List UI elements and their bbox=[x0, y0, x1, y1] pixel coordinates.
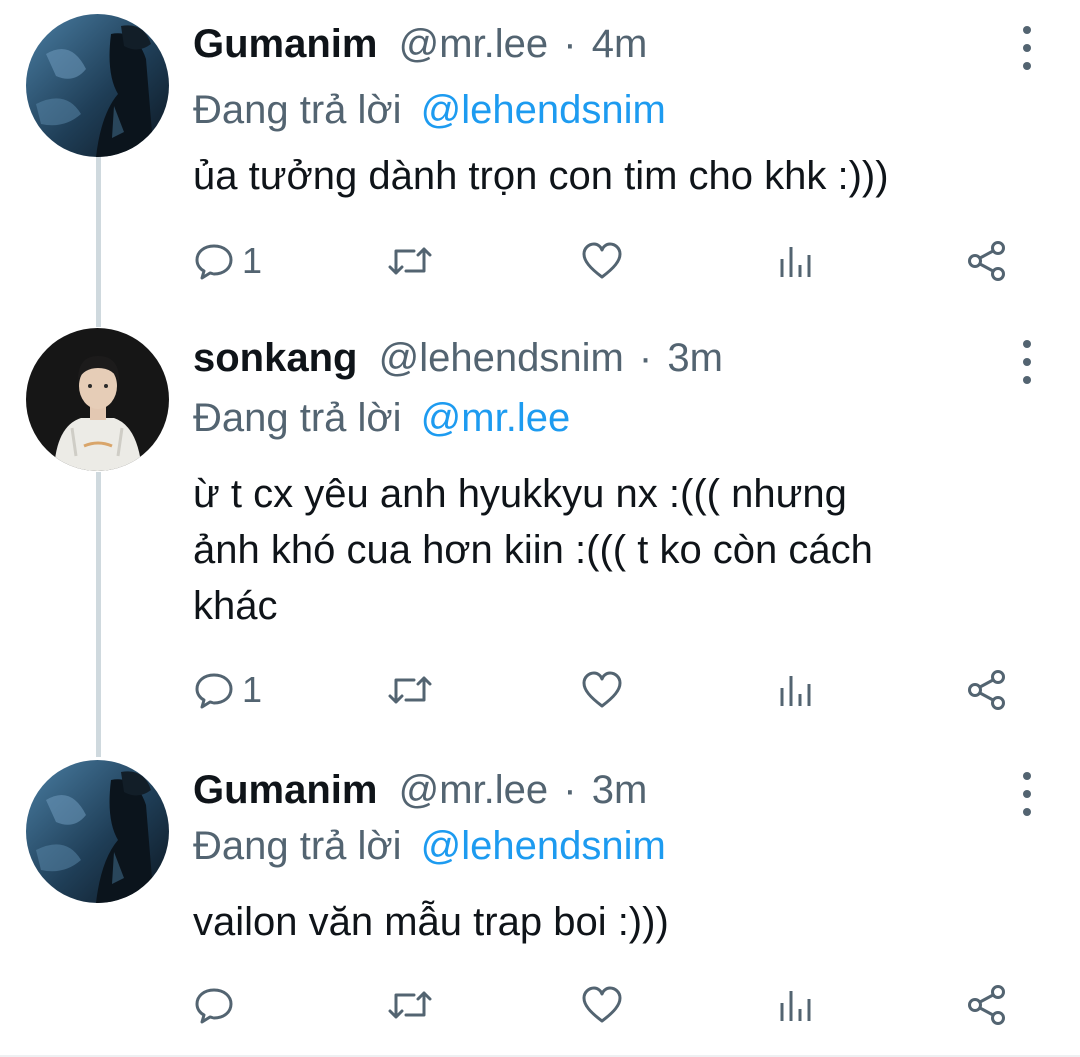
like-button[interactable] bbox=[580, 236, 624, 286]
user-handle[interactable]: @mr.lee bbox=[399, 768, 549, 812]
tweet[interactable]: sonkang @lehendsnim · 3m Đang trả lời @m… bbox=[0, 328, 1080, 748]
reply-mention-link[interactable]: @lehendsnim bbox=[421, 88, 666, 132]
reply-button[interactable] bbox=[192, 980, 242, 1030]
separator-dot: · bbox=[638, 336, 653, 380]
reply-icon bbox=[195, 988, 233, 1024]
tweet-text-line: ủa tưởng dành trọn con tim cho khk :))) bbox=[193, 154, 889, 198]
share-button[interactable] bbox=[966, 980, 1010, 1030]
avatar[interactable] bbox=[26, 14, 169, 157]
share-icon bbox=[968, 985, 1005, 1025]
retweet-button[interactable] bbox=[386, 980, 434, 1030]
more-options-icon[interactable] bbox=[1012, 772, 1042, 816]
retweet-button[interactable] bbox=[386, 665, 434, 715]
avatar[interactable] bbox=[26, 760, 169, 903]
tweet-text-line: ừ t cx yêu anh hyukkyu nx :((( nhưng bbox=[193, 472, 847, 516]
timestamp[interactable]: 3m bbox=[592, 768, 648, 812]
tweet-text: vailon văn mẫu trap boi :))) bbox=[193, 894, 1043, 950]
like-button[interactable] bbox=[580, 665, 624, 715]
action-bar bbox=[0, 980, 1080, 1030]
user-handle[interactable]: @mr.lee bbox=[399, 22, 549, 66]
reply-icon bbox=[195, 244, 233, 280]
retweet-icon bbox=[388, 247, 432, 275]
like-icon bbox=[582, 986, 622, 1023]
replying-to: Đang trả lời @mr.lee bbox=[193, 390, 570, 446]
like-button[interactable] bbox=[580, 980, 624, 1030]
display-name[interactable]: Gumanim bbox=[193, 768, 377, 812]
reply-count: 1 bbox=[242, 669, 263, 710]
tweet[interactable]: Gumanim @mr.lee · 3m Đang trả lời @lehen… bbox=[0, 760, 1080, 1050]
like-icon bbox=[582, 671, 622, 708]
analytics-icon bbox=[780, 247, 811, 277]
tweet-header: Gumanim @mr.lee · 3m bbox=[193, 760, 647, 820]
display-name[interactable]: Gumanim bbox=[193, 22, 377, 66]
tweet-text-line: ảnh khó cua hơn kiin :((( t ko còn cách bbox=[193, 528, 873, 572]
tweet-header: Gumanim @mr.lee · 4m bbox=[193, 14, 647, 74]
more-options-icon[interactable] bbox=[1012, 340, 1042, 384]
replying-to: Đang trả lời @lehendsnim bbox=[193, 82, 666, 138]
analytics-button[interactable] bbox=[774, 236, 818, 286]
analytics-icon bbox=[780, 991, 811, 1021]
separator-dot: · bbox=[563, 22, 577, 66]
tweet-header: sonkang @lehendsnim · 3m bbox=[193, 328, 723, 388]
analytics-button[interactable] bbox=[774, 665, 818, 715]
tweet-text: ừ t cx yêu anh hyukkyu nx :((( nhưng ảnh… bbox=[193, 466, 1043, 634]
replying-to: Đang trả lời @lehendsnim bbox=[193, 818, 666, 874]
replying-to-label: Đang trả lời bbox=[193, 396, 402, 440]
separator-dot: · bbox=[563, 768, 577, 812]
reply-count: 1 bbox=[242, 240, 263, 281]
analytics-icon bbox=[780, 676, 811, 706]
user-handle[interactable]: @lehendsnim bbox=[379, 336, 624, 380]
timestamp[interactable]: 3m bbox=[667, 336, 723, 380]
reply-icon bbox=[195, 673, 233, 709]
replying-to-label: Đang trả lời bbox=[193, 88, 402, 132]
more-options-icon[interactable] bbox=[1012, 26, 1042, 70]
reply-mention-link[interactable]: @mr.lee bbox=[421, 396, 571, 440]
reply-mention-link[interactable]: @lehendsnim bbox=[421, 824, 666, 868]
replying-to-label: Đang trả lời bbox=[193, 824, 402, 868]
display-name[interactable]: sonkang bbox=[193, 336, 357, 380]
reply-button[interactable]: 1 bbox=[192, 665, 262, 715]
share-icon bbox=[968, 241, 1005, 281]
retweet-icon bbox=[388, 676, 432, 704]
action-bar: 1 bbox=[0, 665, 1080, 715]
tweet-text-line: vailon văn mẫu trap boi :))) bbox=[193, 900, 669, 944]
action-bar: 1 bbox=[0, 236, 1080, 286]
tweet[interactable]: Gumanim @mr.lee · 4m Đang trả lời @lehen… bbox=[0, 14, 1080, 314]
share-button[interactable] bbox=[966, 236, 1010, 286]
share-icon bbox=[968, 670, 1005, 710]
timestamp[interactable]: 4m bbox=[592, 22, 648, 66]
tweet-text: ủa tưởng dành trọn con tim cho khk :))) bbox=[193, 148, 1043, 204]
share-button[interactable] bbox=[966, 665, 1010, 715]
reply-button[interactable]: 1 bbox=[192, 236, 262, 286]
like-icon bbox=[582, 242, 622, 279]
avatar[interactable] bbox=[26, 328, 169, 471]
retweet-icon bbox=[388, 991, 432, 1019]
retweet-button[interactable] bbox=[386, 236, 434, 286]
tweet-text-line: khác bbox=[193, 584, 278, 628]
analytics-button[interactable] bbox=[774, 980, 818, 1030]
